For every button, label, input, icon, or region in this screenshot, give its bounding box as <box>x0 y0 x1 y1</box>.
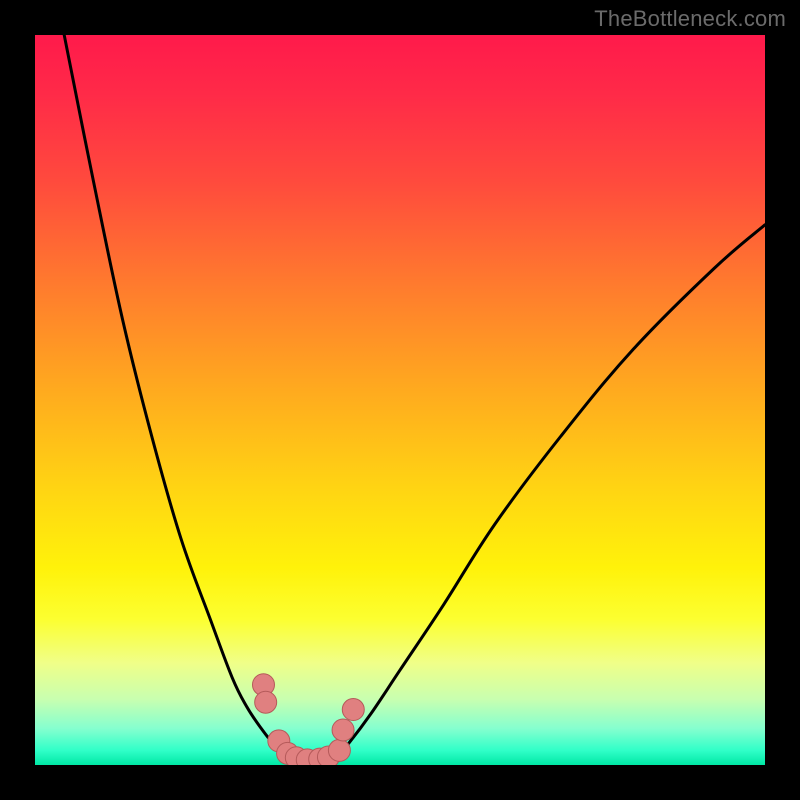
data-point-marker <box>332 719 354 741</box>
chart-overlay <box>35 35 765 765</box>
markers-group <box>252 674 364 765</box>
plot-area <box>35 35 765 765</box>
chart-frame: TheBottleneck.com <box>0 0 800 800</box>
data-point-marker <box>255 691 277 713</box>
curves-group <box>64 35 765 762</box>
bottleneck-curve <box>64 35 765 762</box>
data-point-marker <box>328 739 350 761</box>
data-point-marker <box>342 699 364 721</box>
watermark-text: TheBottleneck.com <box>594 6 786 32</box>
